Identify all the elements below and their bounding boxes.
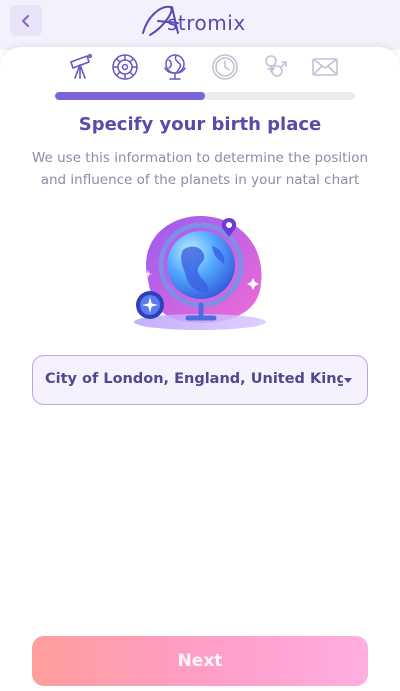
page-subtitle: We use this information to determine the… xyxy=(15,147,385,191)
step-zodiac xyxy=(110,52,140,82)
zodiac-wheel-icon xyxy=(112,54,138,80)
step-indicator xyxy=(60,52,350,84)
back-button[interactable] xyxy=(10,5,42,36)
birth-place-select[interactable]: City of London, England, United Kingdom xyxy=(32,355,368,405)
subtitle-line-2: and influence of the planets in your nat… xyxy=(40,172,360,188)
step-clock xyxy=(210,52,240,82)
step-gender xyxy=(260,52,290,82)
step-globe xyxy=(160,52,190,82)
birth-place-value: City of London, England, United Kingdom xyxy=(45,371,343,387)
progress-bar xyxy=(55,92,355,100)
chevron-left-icon xyxy=(22,14,29,27)
globe-icon xyxy=(164,54,186,80)
subtitle-line-1: We use this information to determine the… xyxy=(31,150,369,166)
logo-text: stromix xyxy=(167,11,246,35)
top-bar: stromix xyxy=(0,0,400,50)
step-telescope xyxy=(65,52,95,82)
page-title: Specify your birth place xyxy=(78,114,322,135)
globe-illustration xyxy=(134,215,266,330)
caret-down-icon xyxy=(344,378,352,383)
progress-fill xyxy=(55,92,205,100)
step-envelope xyxy=(310,52,340,82)
next-button-label: Next xyxy=(177,651,223,671)
telescope-icon xyxy=(69,53,93,79)
clock-icon xyxy=(212,54,238,80)
app-logo: stromix xyxy=(140,3,265,41)
envelope-icon xyxy=(312,58,338,76)
gender-icon xyxy=(265,55,287,77)
next-button[interactable]: Next xyxy=(32,636,368,686)
